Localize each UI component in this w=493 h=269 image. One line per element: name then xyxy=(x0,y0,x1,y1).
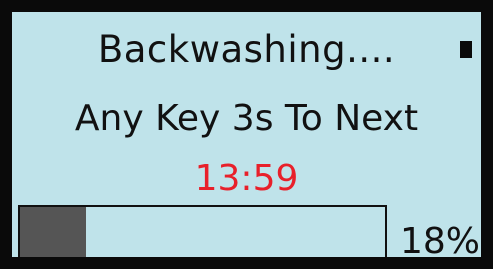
countdown-timer: 13:59 xyxy=(194,158,299,199)
progress-bar xyxy=(18,205,387,257)
status-title: Backwashing.... xyxy=(97,28,396,71)
progress-fill xyxy=(20,207,86,257)
progress-percent: 18% xyxy=(400,221,481,262)
instruction-text: Any Key 3s To Next xyxy=(74,98,419,139)
status-square-icon xyxy=(460,41,472,58)
lcd-screen: Backwashing.... Any Key 3s To Next 13:59… xyxy=(0,0,493,269)
